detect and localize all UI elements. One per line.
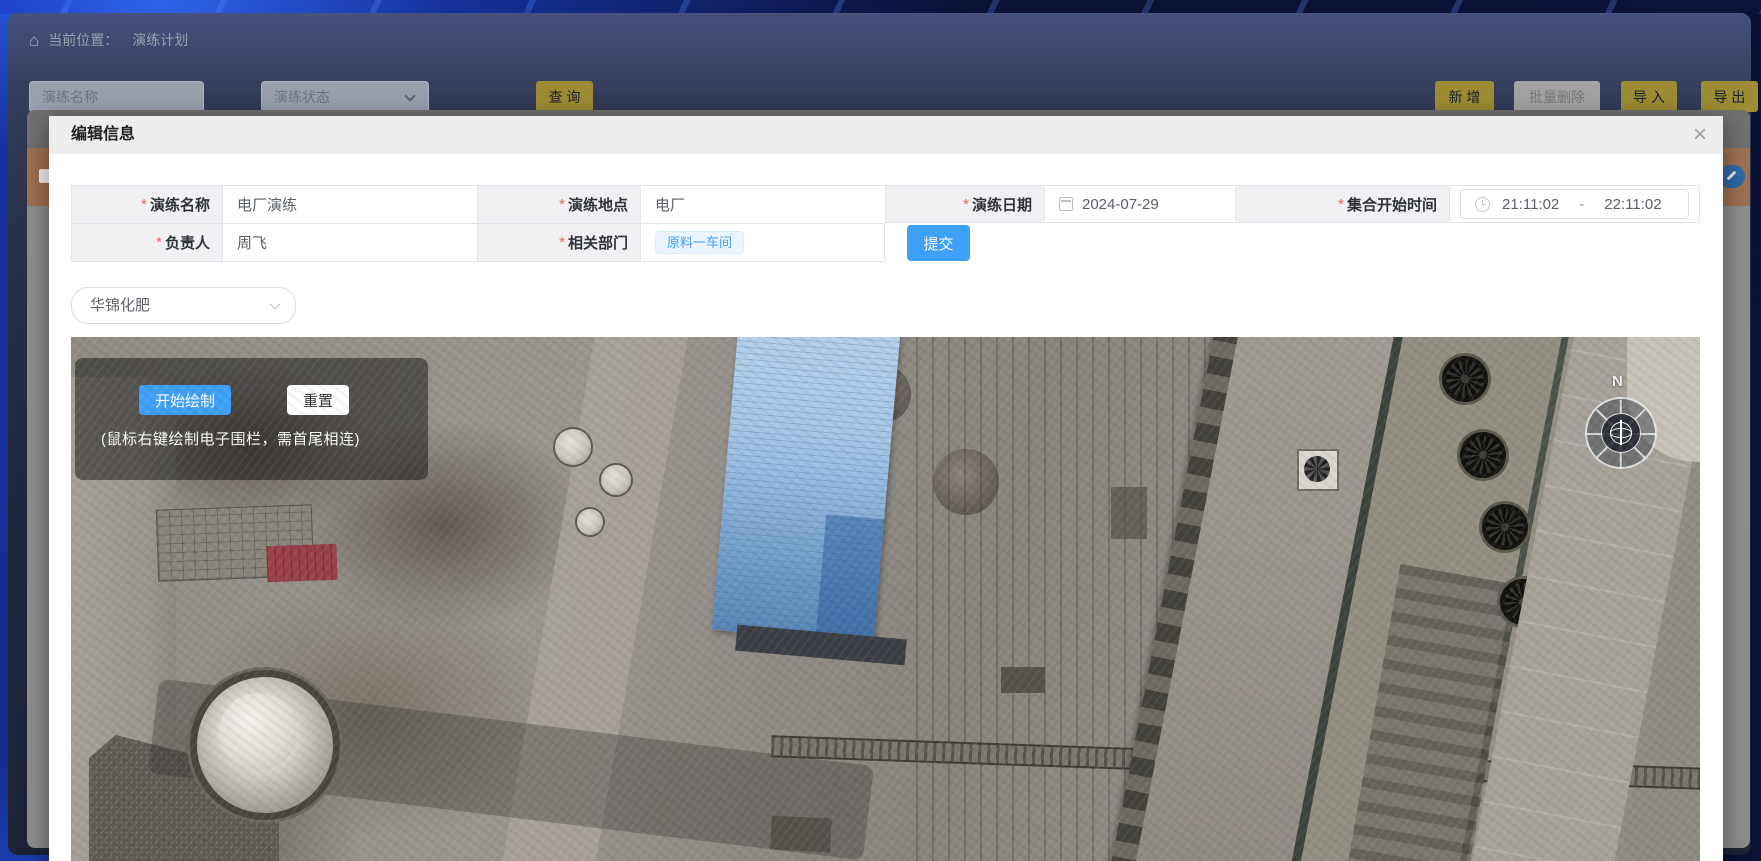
breadcrumb-prefix: 当前位置： — [48, 30, 118, 50]
calendar-icon — [1059, 197, 1073, 211]
status-select-placeholder: 演练状态 — [274, 89, 330, 105]
blue-roof-building — [712, 337, 901, 644]
dialog-header: 编辑信息 × — [49, 116, 1723, 154]
manager-label: * 负责人 — [71, 223, 222, 262]
drill-name-label: * 演练名称 — [71, 185, 222, 223]
time-label: * 集合开始时间 — [1235, 185, 1449, 223]
clock-icon — [1475, 197, 1490, 212]
query-button[interactable]: 查 询 — [536, 81, 593, 112]
dept-label: * 相关部门 — [477, 223, 640, 262]
map-feature — [601, 465, 631, 495]
required-mark: * — [559, 234, 565, 251]
status-select[interactable]: 演练状态 — [261, 81, 429, 113]
map-feature — [1111, 487, 1147, 539]
map-feature — [1001, 667, 1045, 693]
factory-select[interactable]: 华锦化肥 — [71, 287, 296, 324]
time-start: 21:11:02 — [1502, 196, 1559, 213]
required-mark: * — [559, 196, 565, 213]
location-label: * 演练地点 — [477, 185, 640, 223]
time-range-picker[interactable]: 21:11:02 - 22:11:02 — [1460, 189, 1689, 219]
compass-north-label: N — [1612, 373, 1623, 390]
map-feature — [555, 429, 591, 465]
storage-tank — [190, 670, 340, 820]
time-range-cell: 21:11:02 - 22:11:02 — [1449, 185, 1700, 223]
map-feature — [1297, 449, 1339, 491]
edit-dialog: 编辑信息 × * 演练名称 电厂演练 * 演练地点 电厂 * 演练日期 2024… — [49, 116, 1723, 861]
map-feature — [266, 544, 337, 582]
draw-tools-panel: 开始绘制 重置 (鼠标右键绘制电子围栏，需首尾相连) — [75, 358, 428, 480]
required-mark: * — [1338, 196, 1344, 213]
location-input[interactable]: 电厂 — [640, 185, 885, 223]
map-canvas[interactable]: N 开始绘制 重置 (鼠标右键绘制电子围栏，需首尾相连) — [71, 337, 1700, 861]
factory-select-value: 华锦化肥 — [90, 297, 150, 314]
chevron-down-icon — [404, 90, 415, 101]
time-separator: - — [1579, 196, 1584, 213]
compass-icon[interactable] — [1585, 397, 1657, 469]
cooling-fan — [1442, 356, 1488, 402]
page-top-banner — [0, 0, 1761, 14]
breadcrumb-current: 演练计划 — [132, 30, 188, 50]
cooling-fan — [1460, 432, 1506, 478]
drill-name-input[interactable]: 电厂演练 — [222, 185, 477, 223]
required-mark: * — [141, 196, 147, 213]
map-feature — [577, 509, 603, 535]
required-mark: * — [963, 196, 969, 213]
submit-button[interactable]: 提交 — [907, 225, 970, 261]
map-feature — [770, 815, 832, 852]
add-button[interactable]: 新 增 — [1435, 81, 1494, 112]
dept-select[interactable]: 原料一车间 — [640, 223, 885, 262]
start-draw-button[interactable]: 开始绘制 — [139, 385, 231, 415]
breadcrumb: ⌂ 当前位置： 演练计划 — [29, 30, 188, 50]
date-picker[interactable]: 2024-07-29 — [1044, 185, 1235, 223]
globe-icon — [1610, 422, 1632, 444]
close-icon[interactable]: × — [1693, 120, 1707, 150]
reset-button[interactable]: 重置 — [287, 385, 349, 415]
draw-hint-text: (鼠标右键绘制电子围栏，需首尾相连) — [101, 428, 360, 449]
search-input[interactable] — [29, 81, 204, 113]
dialog-title: 编辑信息 — [71, 116, 135, 154]
cooling-fan — [1482, 504, 1528, 550]
pencil-icon — [1727, 171, 1737, 181]
dept-tag: 原料一车间 — [655, 231, 744, 254]
date-label: * 演练日期 — [885, 185, 1044, 223]
import-button[interactable]: 导 入 — [1621, 81, 1677, 112]
required-mark: * — [156, 234, 162, 251]
export-button[interactable]: 导 出 — [1701, 81, 1758, 112]
chevron-down-icon — [269, 298, 280, 309]
manager-input[interactable]: 周飞 — [222, 223, 477, 262]
time-end: 22:11:02 — [1604, 196, 1661, 213]
home-icon: ⌂ — [29, 32, 39, 49]
batch-delete-button[interactable]: 批量删除 — [1514, 81, 1600, 112]
